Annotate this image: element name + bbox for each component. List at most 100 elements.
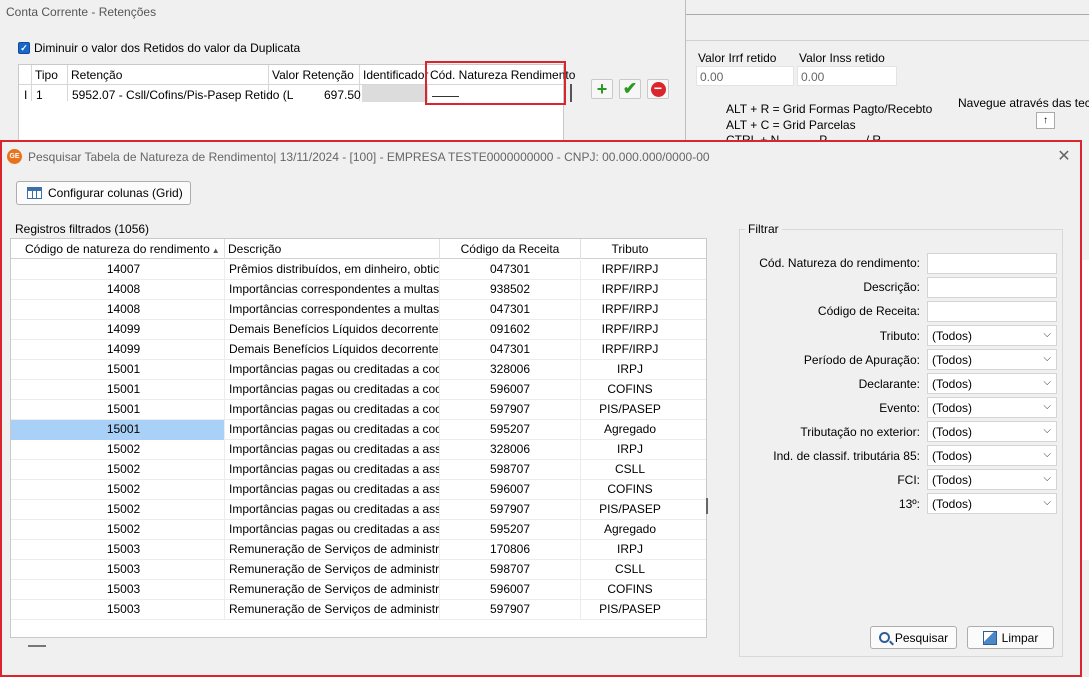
cell-codigo-receita[interactable]: 596007	[440, 480, 581, 500]
cell-codigo-receita[interactable]: 596007	[440, 580, 581, 600]
cell-tributo[interactable]: IRPF/IRPJ	[581, 300, 706, 320]
cell-codigo-receita[interactable]: 597907	[440, 400, 581, 420]
cell-codigo-natureza[interactable]: 15001	[11, 360, 225, 380]
cell-tributo[interactable]: COFINS	[581, 480, 706, 500]
diminuir-checkbox-row[interactable]: ✓ Diminuir o valor dos Retidos do valor …	[18, 41, 300, 55]
cell-codigo-receita[interactable]: 595207	[440, 520, 581, 540]
col-tributo[interactable]: Tributo	[581, 239, 706, 259]
cell-codigo-natureza[interactable]: 15003	[11, 540, 225, 560]
cell-tributo[interactable]: IRPF/IRPJ	[581, 320, 706, 340]
cell-descricao[interactable]: Importâncias pagas ou creditadas a coo	[225, 360, 440, 380]
cell-tributo[interactable]: IRPF/IRPJ	[581, 340, 706, 360]
tributacao-select[interactable]: (Todos) ⌵	[927, 421, 1057, 442]
cell-codigo-natureza[interactable]: 15001	[11, 400, 225, 420]
cell-descricao[interactable]: Remuneração de Serviços de administra	[225, 580, 440, 600]
cell-descricao[interactable]: Importâncias pagas ou creditadas a assc	[225, 480, 440, 500]
configurar-colunas-button[interactable]: Configurar colunas (Grid)	[16, 181, 191, 205]
cell-tributo[interactable]: CSLL	[581, 460, 706, 480]
cell-codigo-natureza[interactable]: 15001	[11, 420, 225, 440]
evento-select[interactable]: (Todos) ⌵	[927, 397, 1057, 418]
cell-codigo-receita[interactable]: 091602	[440, 320, 581, 340]
table-row[interactable]: 15003 Remuneração de Serviços de administ…	[11, 580, 706, 600]
cell-valor[interactable]: 697.50	[324, 88, 361, 102]
limpar-button[interactable]: Limpar	[967, 626, 1054, 649]
table-row[interactable]: 14099 Demais Benefícios Líquidos decorren…	[11, 340, 706, 360]
checkbox-checked-icon[interactable]: ✓	[18, 42, 30, 54]
tributo-select[interactable]: (Todos) ⌵	[927, 325, 1057, 346]
table-row[interactable]: 14008 Importâncias correspondentes a mult…	[11, 280, 706, 300]
inss-field[interactable]: 0.00	[797, 66, 897, 86]
cell-codigo-receita[interactable]: 170806	[440, 540, 581, 560]
cod-receita-input[interactable]	[927, 301, 1057, 322]
col-tipo[interactable]: Tipo	[35, 68, 58, 82]
cell-tributo[interactable]: IRPF/IRPJ	[581, 260, 706, 280]
cell-tributo[interactable]: PIS/PASEP	[581, 600, 706, 620]
table-row[interactable]: 15002 Importâncias pagas ou creditadas a …	[11, 480, 706, 500]
cell-codigo-receita[interactable]: 596007	[440, 380, 581, 400]
cell-tributo[interactable]: COFINS	[581, 580, 706, 600]
table-row[interactable]: 15002 Importâncias pagas ou creditadas a …	[11, 460, 706, 480]
decimo-select[interactable]: (Todos) ⌵	[927, 493, 1057, 514]
cell-tributo[interactable]: CSLL	[581, 560, 706, 580]
cell-descricao[interactable]: Prêmios distribuídos, em dinheiro, obtic	[225, 260, 440, 280]
cell-codigo-receita[interactable]: 597907	[440, 500, 581, 520]
cell-codigo-natureza[interactable]: 14007	[11, 260, 225, 280]
cell-codigo-natureza[interactable]: 15003	[11, 580, 225, 600]
cell-tributo[interactable]: IRPJ	[581, 540, 706, 560]
cell-tributo[interactable]: IRPF/IRPJ	[581, 280, 706, 300]
cell-descricao[interactable]: Importâncias pagas ou creditadas a coo	[225, 420, 440, 440]
close-icon[interactable]: ✕	[1054, 147, 1074, 167]
col-identificador[interactable]: Identificador	[363, 68, 428, 82]
cell-tributo[interactable]: IRPJ	[581, 360, 706, 380]
cell-descricao[interactable]: Remuneração de Serviços de administra	[225, 560, 440, 580]
nav-up-button[interactable]: ↑	[1036, 112, 1055, 129]
cell-codigo-receita[interactable]: 938502	[440, 280, 581, 300]
cell-codigo-receita[interactable]: 047301	[440, 260, 581, 280]
table-row[interactable]: 15003 Remuneração de Serviços de administ…	[11, 560, 706, 580]
table-row[interactable]: 15001 Importâncias pagas ou creditadas a …	[11, 360, 706, 380]
cell-tributo[interactable]: COFINS	[581, 380, 706, 400]
cell-codigo-natureza[interactable]: 15002	[11, 440, 225, 460]
cell-tributo[interactable]: Agregado	[581, 420, 706, 440]
cell-codigo-natureza[interactable]: 15002	[11, 520, 225, 540]
cell-descricao[interactable]: Importâncias correspondentes a multas	[225, 300, 440, 320]
cell-codigo-natureza[interactable]: 15001	[11, 380, 225, 400]
cell-codigo-natureza[interactable]: 15002	[11, 460, 225, 480]
cell-codigo-natureza[interactable]: 14008	[11, 300, 225, 320]
cell-tributo[interactable]: Agregado	[581, 520, 706, 540]
declarante-select[interactable]: (Todos) ⌵	[927, 373, 1057, 394]
cell-tributo[interactable]: PIS/PASEP	[581, 500, 706, 520]
pesquisar-button[interactable]: Pesquisar	[870, 626, 957, 649]
cell-codigo-receita[interactable]: 047301	[440, 300, 581, 320]
cell-descricao[interactable]: Importâncias correspondentes a multas	[225, 280, 440, 300]
cell-descricao[interactable]: Importâncias pagas ou creditadas a assc	[225, 460, 440, 480]
identificador-cell[interactable]	[362, 85, 428, 102]
ind-classif-select[interactable]: (Todos) ⌵	[927, 445, 1057, 466]
cell-codigo-receita[interactable]: 047301	[440, 340, 581, 360]
cell-descricao[interactable]: Importâncias pagas ou creditadas a assc	[225, 500, 440, 520]
cell-codigo-receita[interactable]: 328006	[440, 440, 581, 460]
periodo-select[interactable]: (Todos) ⌵	[927, 349, 1057, 370]
cell-codigo-receita[interactable]: 598707	[440, 560, 581, 580]
cell-retencao[interactable]: 5952.07 - Csll/Cofins/Pis-Pasep Retido (…	[72, 88, 293, 102]
table-row[interactable]: 15001 Importâncias pagas ou creditadas a …	[11, 380, 706, 400]
col-valor-retencao[interactable]: Valor Retenção	[272, 68, 354, 82]
col-retencao[interactable]: Retenção	[71, 68, 122, 82]
cell-codigo-receita[interactable]: 328006	[440, 360, 581, 380]
cell-descricao[interactable]: Importâncias pagas ou creditadas a assc	[225, 520, 440, 540]
cell-descricao[interactable]: Remuneração de Serviços de administra	[225, 600, 440, 620]
cell-codigo-natureza[interactable]: 15002	[11, 500, 225, 520]
cod-natureza-input[interactable]	[927, 253, 1057, 274]
grid-vertical-scrollbar[interactable]	[706, 498, 708, 514]
confirm-button[interactable]: ✔	[619, 79, 641, 99]
table-row[interactable]: 15002 Importâncias pagas ou creditadas a …	[11, 500, 706, 520]
cell-codigo-receita[interactable]: 595207	[440, 420, 581, 440]
cell-codigo-receita[interactable]: 598707	[440, 460, 581, 480]
cell-descricao[interactable]: Remuneração de Serviços de administra	[225, 540, 440, 560]
cell-codigo-receita[interactable]: 597907	[440, 600, 581, 620]
cell-codigo-natureza[interactable]: 15003	[11, 560, 225, 580]
remove-button[interactable]: −	[647, 79, 669, 99]
cell-codigo-natureza[interactable]: 15002	[11, 480, 225, 500]
table-row[interactable]: 15003 Remuneração de Serviços de administ…	[11, 540, 706, 560]
cell-tributo[interactable]: PIS/PASEP	[581, 400, 706, 420]
